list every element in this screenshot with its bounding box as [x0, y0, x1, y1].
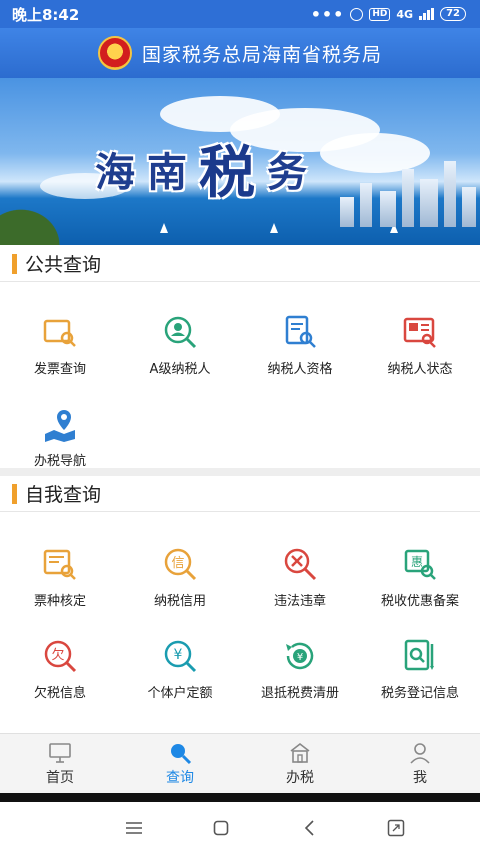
ticket-type-icon — [42, 546, 78, 582]
tab-me[interactable]: 我 — [360, 734, 480, 793]
svg-text:惠: 惠 — [411, 555, 423, 569]
national-emblem-icon — [97, 36, 132, 70]
grid-item-a-level-taxpayer[interactable]: A级纳税人 — [120, 298, 240, 390]
tax-refund-icon: ¥ — [282, 638, 318, 674]
hero-banner[interactable]: 海 南 税 务 — [0, 78, 480, 245]
violation-icon — [282, 546, 318, 582]
self-query-header: 自我查询 — [0, 476, 480, 512]
bottom-tab-bar: 首页 查询 办税 我 — [0, 733, 480, 793]
island-decoration — [0, 200, 70, 245]
tax-credit-icon: 信 — [162, 546, 198, 582]
banner-title: 海 南 税 务 — [95, 128, 307, 209]
hd-badge: HD — [369, 7, 391, 21]
tax-benefit-icon: 惠 — [402, 546, 438, 582]
tab-tax-service[interactable]: 办税 — [240, 734, 360, 793]
section-divider — [0, 468, 480, 476]
grid-item-label: 纳税人资格 — [267, 362, 333, 377]
grid-item-label: 违法违章 — [273, 594, 326, 609]
banner-char: 务 — [267, 148, 307, 196]
a-level-taxpayer-icon — [162, 314, 198, 350]
alarm-icon — [350, 7, 364, 21]
grid-item-label: 纳税信用 — [153, 594, 206, 609]
app-header: 国家税务总局海南省税务局 — [0, 28, 480, 78]
system-nav-bar — [0, 802, 480, 854]
signal-icon — [419, 8, 435, 20]
grid-item-tax-arrears[interactable]: 欠 欠税信息 — [0, 622, 120, 714]
grid-item-label: 发票查询 — [33, 362, 86, 377]
tax-navigation-icon — [42, 406, 78, 442]
section-accent-bar — [12, 253, 17, 274]
grid-item-taxpayer-status[interactable]: 纳税人状态 — [360, 298, 480, 390]
grid-item-violation[interactable]: 违法违章 — [240, 530, 360, 622]
grid-item-label: 纳税人状态 — [387, 362, 453, 377]
grid-item-individual-quota[interactable]: ¥ 个体户定额 — [120, 622, 240, 714]
grid-item-tax-credit[interactable]: 信 纳税信用 — [120, 530, 240, 622]
svg-text:¥: ¥ — [174, 647, 183, 663]
taxpayer-status-icon — [402, 314, 438, 350]
grid-item-invoice-query[interactable]: 发票查询 — [0, 298, 120, 390]
grid-item-label: 税收优惠备案 — [380, 594, 459, 609]
person-icon — [408, 741, 432, 765]
tab-home[interactable]: 首页 — [0, 734, 120, 793]
section-title: 公共查询 — [25, 254, 102, 276]
tab-label: 查询 — [166, 769, 194, 786]
svg-text:¥: ¥ — [297, 652, 303, 663]
svg-text:信: 信 — [171, 556, 184, 571]
tax-arrears-icon: 欠 — [42, 638, 78, 674]
banner-char: 南 — [147, 148, 187, 196]
section-accent-bar — [12, 483, 17, 504]
grid-item-label: 税务登记信息 — [380, 686, 459, 701]
tab-label: 办税 — [286, 769, 314, 786]
screen-expand-icon[interactable] — [381, 813, 411, 843]
tax-registration-icon — [402, 638, 438, 674]
individual-quota-icon: ¥ — [162, 638, 198, 674]
tab-query[interactable]: 查询 — [120, 734, 240, 793]
tab-label: 首页 — [46, 769, 74, 786]
tax-office-icon — [288, 741, 312, 765]
home-square-icon[interactable] — [206, 813, 236, 843]
banner-char: 税 — [199, 140, 255, 206]
grid-item-label: 办税导航 — [33, 454, 86, 469]
status-bar: 晚上8:42 ••• HD 4G 72 — [0, 0, 480, 28]
svg-text:欠: 欠 — [51, 647, 64, 663]
grid-item-label: 个体户定额 — [147, 686, 213, 701]
grid-item-tax-registration[interactable]: 税务登记信息 — [360, 622, 480, 714]
taxpayer-qualification-icon — [282, 314, 318, 350]
section-title: 自我查询 — [25, 484, 102, 506]
status-icons: ••• HD 4G 72 — [311, 5, 466, 24]
invoice-search-icon — [42, 314, 78, 350]
menu-icon[interactable] — [119, 813, 149, 843]
header-title: 国家税务总局海南省税务局 — [141, 43, 382, 66]
grid-item-label: 退抵税费清册 — [260, 686, 339, 701]
search-icon — [168, 741, 192, 765]
sailboat-decoration — [270, 223, 278, 233]
network-type: 4G — [396, 7, 414, 21]
more-notifications-icon: ••• — [310, 4, 345, 24]
grid-item-label: 欠税信息 — [33, 686, 86, 701]
grid-item-tax-refund[interactable]: ¥ 退抵税费清册 — [240, 622, 360, 714]
battery-icon: 72 — [440, 7, 466, 21]
home-monitor-icon — [48, 741, 72, 765]
screen-edge-bar — [0, 793, 480, 802]
banner-char: 海 — [95, 148, 135, 196]
sailboat-decoration — [160, 223, 168, 233]
grid-item-tax-benefit[interactable]: 惠 税收优惠备案 — [360, 530, 480, 622]
grid-item-label: A级纳税人 — [149, 362, 211, 377]
city-skyline — [330, 157, 480, 227]
grid-item-label: 票种核定 — [33, 594, 86, 609]
tab-label: 我 — [413, 769, 427, 786]
grid-item-taxpayer-qualification[interactable]: 纳税人资格 — [240, 298, 360, 390]
public-query-header: 公共查询 — [0, 246, 480, 282]
status-time: 晚上8:42 — [12, 5, 80, 24]
grid-item-ticket-type[interactable]: 票种核定 — [0, 530, 120, 622]
back-icon[interactable] — [294, 813, 324, 843]
